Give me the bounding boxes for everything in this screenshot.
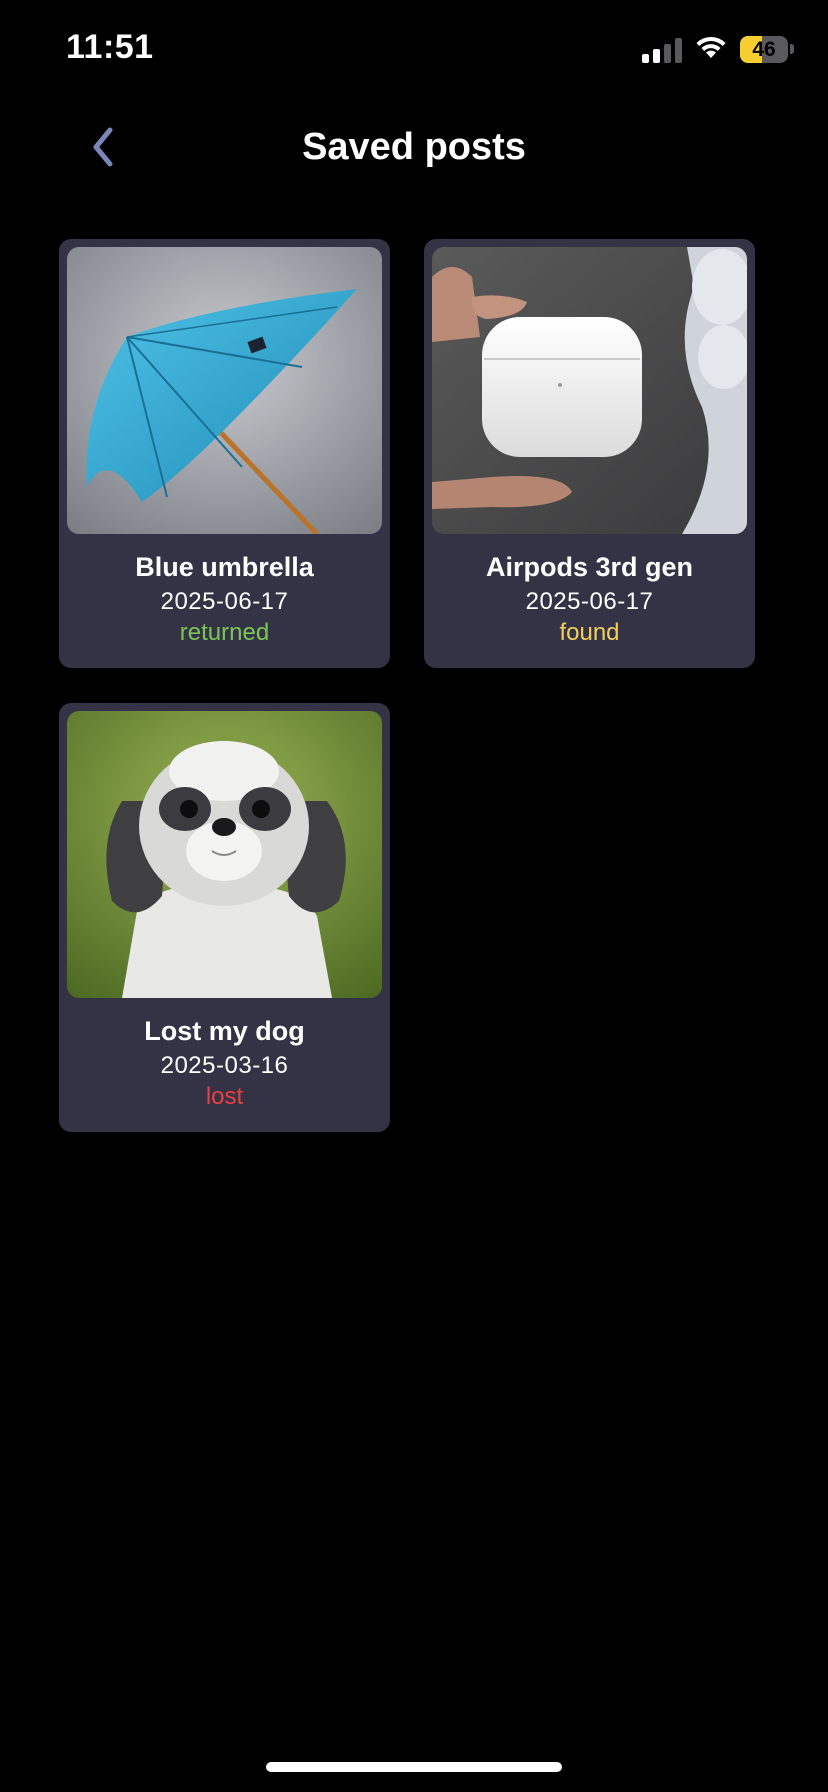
header: Saved posts <box>0 110 828 190</box>
signal-icon <box>642 35 682 63</box>
post-title: Lost my dog <box>144 1016 305 1046</box>
wifi-icon <box>694 34 728 65</box>
battery-icon: 46 <box>740 35 788 63</box>
post-card[interactable]: Blue umbrella 2025-06-17 returned <box>59 239 390 668</box>
dog-photo <box>67 711 382 998</box>
status-icons: 46 <box>642 34 794 64</box>
post-card[interactable]: Airpods 3rd gen 2025-06-17 found <box>424 239 755 668</box>
battery-level: 46 <box>752 37 776 61</box>
status-time: 11:51 <box>66 28 154 66</box>
airpods-case-photo <box>432 247 747 534</box>
post-date: 2025-06-17 <box>525 588 654 615</box>
home-indicator[interactable] <box>266 1762 562 1772</box>
status-bar: 11:51 46 <box>0 0 828 100</box>
page-title: Saved posts <box>302 126 526 168</box>
battery-cap <box>790 44 794 54</box>
post-status: returned <box>179 619 270 646</box>
post-title: Blue umbrella <box>135 552 314 582</box>
post-status: found <box>559 619 620 646</box>
post-date: 2025-06-17 <box>160 588 289 615</box>
post-date: 2025-03-16 <box>160 1052 289 1079</box>
post-status: lost <box>205 1083 244 1110</box>
post-card[interactable]: Lost my dog 2025-03-16 lost <box>59 703 390 1132</box>
post-title: Airpods 3rd gen <box>485 552 694 582</box>
umbrella-photo <box>67 247 382 534</box>
